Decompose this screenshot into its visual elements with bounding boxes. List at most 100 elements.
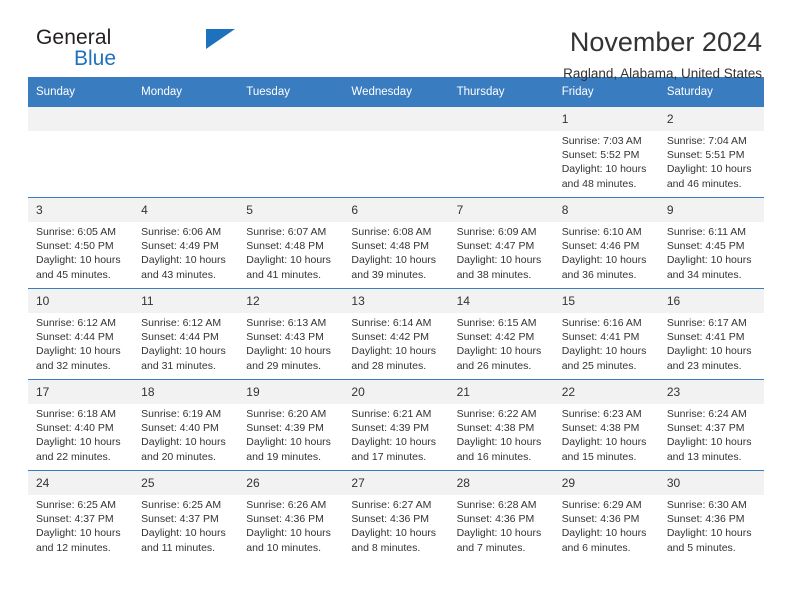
day-cell[interactable]: 28 Sunrise: 6:28 AM Sunset: 4:36 PM Dayl… [448,470,554,561]
day-cell[interactable]: 11 Sunrise: 6:12 AM Sunset: 4:44 PM Dayl… [133,288,239,380]
sunrise-text: Sunrise: 6:27 AM [351,499,432,511]
sunset-text: Sunset: 4:40 PM [141,422,219,435]
daylight-text: Daylight: 10 hours and 46 minutes. [666,163,752,190]
daylight-text: Daylight: 10 hours and 32 minutes. [36,345,121,372]
brand-logo[interactable]: General Blue [28,26,235,70]
day-cell[interactable]: 19 Sunrise: 6:20 AM Sunset: 4:39 PM Dayl… [238,379,344,471]
day-cell[interactable]: 8 Sunrise: 6:10 AM Sunset: 4:46 PM Dayli… [553,197,659,289]
sunrise-text: Sunrise: 6:25 AM [141,499,222,511]
day-cell[interactable]: 5 Sunrise: 6:07 AM Sunset: 4:48 PM Dayli… [238,197,344,289]
day-cell[interactable] [238,106,344,198]
day-cell[interactable]: 22 Sunrise: 6:23 AM Sunset: 4:38 PM Dayl… [553,379,659,471]
day-cell[interactable]: 9 Sunrise: 6:11 AM Sunset: 4:45 PM Dayli… [658,197,764,289]
day-number: 29 [553,471,659,495]
calendar-page: General Blue November 2024 Ragland, Alab… [0,0,792,612]
day-number: 26 [238,471,344,495]
week-row: 10 Sunrise: 6:12 AM Sunset: 4:44 PM Dayl… [28,288,764,380]
day-cell[interactable]: 25 Sunrise: 6:25 AM Sunset: 4:37 PM Dayl… [133,470,239,561]
day-cell[interactable]: 24 Sunrise: 6:25 AM Sunset: 4:37 PM Dayl… [28,470,134,561]
day-info: Sunrise: 6:18 AM Sunset: 4:40 PM Dayligh… [28,404,133,464]
daylight-text: Daylight: 10 hours and 13 minutes. [666,436,752,463]
day-cell[interactable]: 15 Sunrise: 6:16 AM Sunset: 4:41 PM Dayl… [553,288,659,380]
day-cell[interactable]: 23 Sunrise: 6:24 AM Sunset: 4:37 PM Dayl… [658,379,764,471]
sunset-text: Sunset: 4:48 PM [246,240,324,253]
day-info: Sunrise: 6:16 AM Sunset: 4:41 PM Dayligh… [554,313,659,373]
sunrise-text: Sunrise: 6:24 AM [666,408,747,420]
day-cell[interactable]: 1 Sunrise: 7:03 AM Sunset: 5:52 PM Dayli… [553,106,659,198]
daylight-text: Daylight: 10 hours and 10 minutes. [246,527,331,554]
day-cell[interactable]: 3 Sunrise: 6:05 AM Sunset: 4:50 PM Dayli… [28,197,134,289]
day-cell[interactable]: 26 Sunrise: 6:26 AM Sunset: 4:36 PM Dayl… [238,470,344,561]
sunrise-text: Sunrise: 6:17 AM [666,317,747,329]
day-number: 5 [238,198,344,222]
day-info: Sunrise: 6:07 AM Sunset: 4:48 PM Dayligh… [238,222,343,282]
sunrise-text: Sunrise: 6:08 AM [351,226,432,238]
sunrise-text: Sunrise: 6:22 AM [456,408,537,420]
day-cell[interactable] [133,106,239,198]
sunrise-text: Sunrise: 6:12 AM [141,317,222,329]
sunrise-text: Sunrise: 6:13 AM [246,317,327,329]
sunrise-text: Sunrise: 6:11 AM [666,226,747,238]
day-info: Sunrise: 6:21 AM Sunset: 4:39 PM Dayligh… [343,404,448,464]
sunset-text: Sunset: 4:42 PM [456,331,535,344]
sunrise-text: Sunrise: 7:03 AM [561,135,642,147]
daylight-text: Daylight: 10 hours and 17 minutes. [351,436,437,463]
daylight-text: Daylight: 10 hours and 31 minutes. [141,345,226,372]
day-number: 18 [133,380,239,404]
day-cell[interactable]: 4 Sunrise: 6:06 AM Sunset: 4:49 PM Dayli… [133,197,239,289]
day-cell[interactable] [28,106,134,198]
daylight-text: Daylight: 10 hours and 12 minutes. [36,527,121,554]
day-cell[interactable]: 20 Sunrise: 6:21 AM Sunset: 4:39 PM Dayl… [343,379,449,471]
day-number [448,107,554,131]
day-cell[interactable]: 17 Sunrise: 6:18 AM Sunset: 4:40 PM Dayl… [28,379,134,471]
day-cell[interactable]: 10 Sunrise: 6:12 AM Sunset: 4:44 PM Dayl… [28,288,134,380]
day-info: Sunrise: 6:14 AM Sunset: 4:42 PM Dayligh… [343,313,448,373]
day-info: Sunrise: 6:24 AM Sunset: 4:37 PM Dayligh… [659,404,764,464]
daylight-text: Daylight: 10 hours and 25 minutes. [561,345,647,372]
day-cell[interactable] [343,106,449,198]
day-cell[interactable]: 13 Sunrise: 6:14 AM Sunset: 4:42 PM Dayl… [343,288,449,380]
sunset-text: Sunset: 4:36 PM [561,513,640,526]
day-number: 21 [448,380,554,404]
sunset-text: Sunset: 4:43 PM [246,331,324,344]
daylight-text: Daylight: 10 hours and 28 minutes. [351,345,437,372]
sunrise-text: Sunrise: 6:28 AM [456,499,537,511]
daylight-text: Daylight: 10 hours and 45 minutes. [36,254,121,281]
day-number [343,107,449,131]
day-cell[interactable]: 6 Sunrise: 6:08 AM Sunset: 4:48 PM Dayli… [343,197,449,289]
weekday-sunday: Sunday [28,77,134,107]
day-info: Sunrise: 6:15 AM Sunset: 4:42 PM Dayligh… [449,313,554,373]
daylight-text: Daylight: 10 hours and 48 minutes. [561,163,647,190]
day-cell[interactable] [448,106,554,198]
daylight-text: Daylight: 10 hours and 29 minutes. [246,345,331,372]
day-cell[interactable]: 27 Sunrise: 6:27 AM Sunset: 4:36 PM Dayl… [343,470,449,561]
day-cell[interactable]: 7 Sunrise: 6:09 AM Sunset: 4:47 PM Dayli… [448,197,554,289]
day-cell[interactable]: 12 Sunrise: 6:13 AM Sunset: 4:43 PM Dayl… [238,288,344,380]
day-number: 25 [133,471,239,495]
day-number: 8 [553,198,659,222]
day-cell[interactable]: 30 Sunrise: 6:30 AM Sunset: 4:36 PM Dayl… [658,470,764,561]
sunrise-text: Sunrise: 6:26 AM [246,499,327,511]
day-cell[interactable]: 14 Sunrise: 6:15 AM Sunset: 4:42 PM Dayl… [448,288,554,380]
day-cell[interactable]: 29 Sunrise: 6:29 AM Sunset: 4:36 PM Dayl… [553,470,659,561]
day-info: Sunrise: 6:19 AM Sunset: 4:40 PM Dayligh… [133,404,238,464]
day-cell[interactable]: 16 Sunrise: 6:17 AM Sunset: 4:41 PM Dayl… [658,288,764,380]
sunrise-text: Sunrise: 6:09 AM [456,226,537,238]
day-cell[interactable]: 2 Sunrise: 7:04 AM Sunset: 5:51 PM Dayli… [658,106,764,198]
day-cell[interactable]: 18 Sunrise: 6:19 AM Sunset: 4:40 PM Dayl… [133,379,239,471]
day-info: Sunrise: 6:17 AM Sunset: 4:41 PM Dayligh… [659,313,764,373]
daylight-text: Daylight: 10 hours and 19 minutes. [246,436,331,463]
day-number: 9 [658,198,764,222]
day-info: Sunrise: 7:03 AM Sunset: 5:52 PM Dayligh… [554,131,659,191]
daylight-text: Daylight: 10 hours and 39 minutes. [351,254,437,281]
sunset-text: Sunset: 4:49 PM [141,240,219,253]
sunset-text: Sunset: 4:38 PM [456,422,535,435]
sunrise-text: Sunrise: 6:23 AM [561,408,642,420]
day-info: Sunrise: 6:11 AM Sunset: 4:45 PM Dayligh… [659,222,764,282]
triangle-icon [206,29,235,49]
sunset-text: Sunset: 4:37 PM [666,422,745,435]
week-row: 24 Sunrise: 6:25 AM Sunset: 4:37 PM Dayl… [28,470,764,561]
day-cell[interactable]: 21 Sunrise: 6:22 AM Sunset: 4:38 PM Dayl… [448,379,554,471]
weekday-tuesday: Tuesday [238,77,344,107]
sunrise-text: Sunrise: 6:20 AM [246,408,327,420]
